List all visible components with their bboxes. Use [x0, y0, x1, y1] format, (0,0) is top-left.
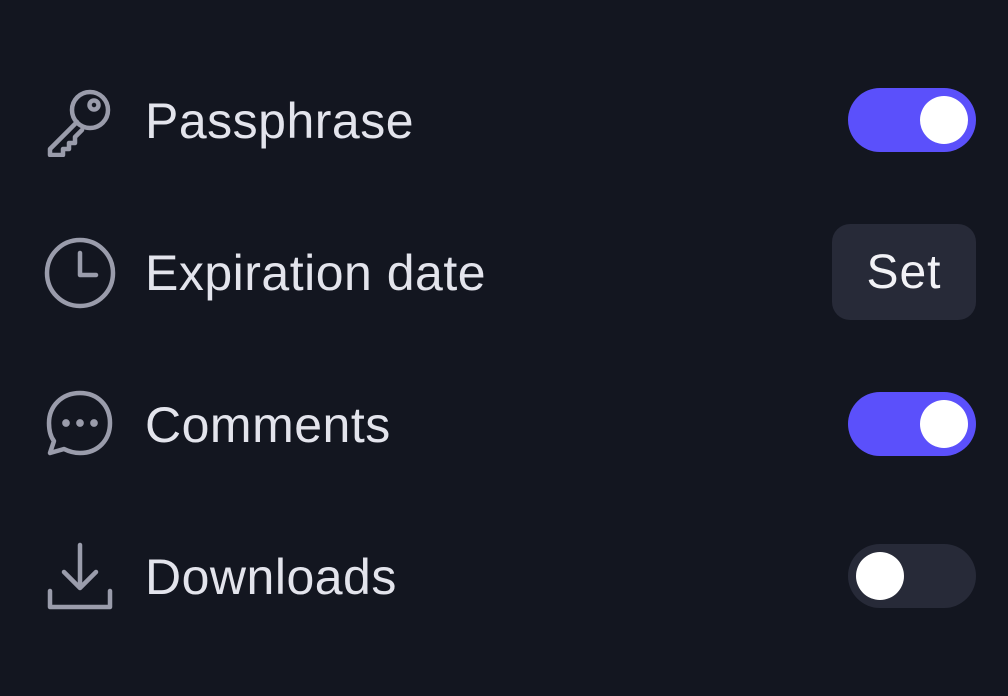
chat-bubble-icon	[44, 389, 116, 461]
setting-row-passphrase: Passphrase	[0, 71, 1008, 171]
clock-icon	[44, 237, 116, 309]
setting-row-downloads: Downloads	[0, 527, 1008, 627]
setting-row-expiration-date: Expiration date Set	[0, 223, 1008, 323]
comments-toggle[interactable]	[848, 392, 976, 456]
passphrase-toggle[interactable]	[848, 88, 976, 152]
toggle-knob	[920, 400, 968, 448]
toggle-knob	[856, 552, 904, 600]
downloads-toggle[interactable]	[848, 544, 976, 608]
download-icon	[44, 541, 116, 613]
setting-row-comments: Comments	[0, 375, 1008, 475]
setting-label-downloads: Downloads	[145, 549, 397, 605]
setting-label-expiration-date: Expiration date	[145, 245, 487, 301]
setting-label-comments: Comments	[145, 397, 391, 453]
sharing-settings-panel: Passphrase Expiration date Set Comments	[0, 0, 1008, 696]
setting-label-passphrase: Passphrase	[145, 93, 415, 149]
toggle-knob	[920, 96, 968, 144]
key-icon	[44, 85, 116, 157]
set-expiration-button[interactable]: Set	[832, 224, 976, 320]
